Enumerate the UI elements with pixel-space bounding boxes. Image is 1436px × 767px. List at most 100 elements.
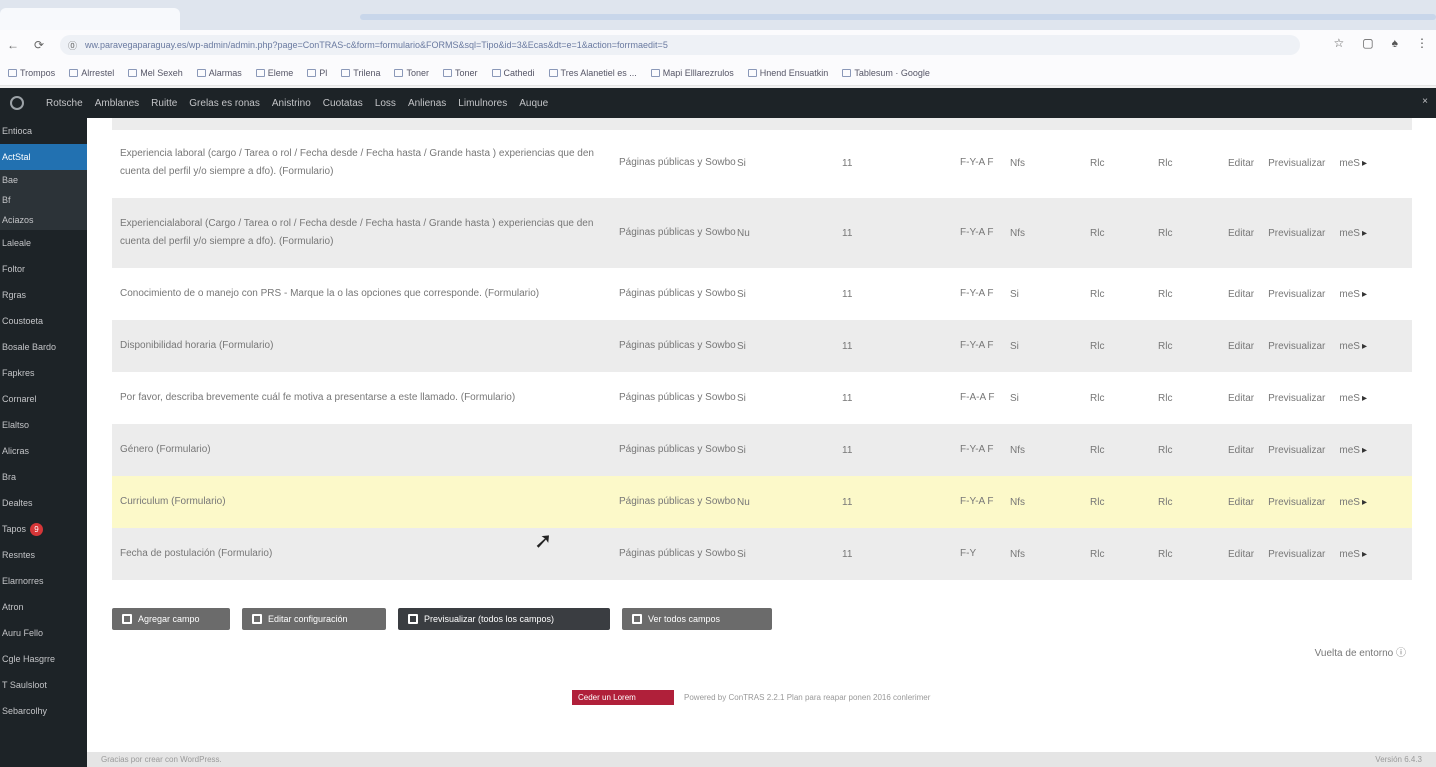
bookmark-item[interactable]: Toner — [442, 68, 478, 78]
adminbar-item[interactable]: Cuotatas — [323, 98, 363, 109]
sidebar-item[interactable]: Resntes — [0, 542, 87, 568]
sidebar-item[interactable]: Aciazos — [0, 210, 87, 230]
caret-right-icon[interactable]: ▸ — [1362, 549, 1367, 560]
sidebar-item[interactable]: Alicras — [0, 438, 87, 464]
caret-right-icon[interactable]: ▸ — [1362, 445, 1367, 456]
address-bar[interactable]: ⓪ ww.paravegaparaguay.es/wp-admin/admin.… — [60, 35, 1300, 55]
sidebar-item[interactable]: Elaltso — [0, 412, 87, 438]
bookmark-item[interactable]: Tablesum · Google — [842, 68, 930, 78]
preview-link[interactable]: Previsualizar — [1268, 445, 1325, 456]
bookmark-item[interactable]: Trilena — [341, 68, 380, 78]
sidebar-item[interactable]: Auru Fello — [0, 620, 87, 646]
plugin-badge[interactable]: Ceder un Lorem — [572, 690, 674, 705]
preview-link[interactable]: Previsualizar — [1268, 341, 1325, 352]
table-row[interactable]: Por favor, describa brevemente cuál fe m… — [112, 372, 1412, 424]
table-row[interactable]: Conocimiento de o manejo con PRS - Marqu… — [112, 268, 1412, 320]
bookmark-item[interactable]: Mapi Elllarezrulos — [650, 68, 734, 78]
sidebar-item[interactable]: Bra — [0, 464, 87, 490]
preview-link[interactable]: Previsualizar — [1268, 228, 1325, 239]
close-icon[interactable]: × — [1422, 96, 1428, 107]
adminbar-item[interactable]: Rotsche — [46, 98, 83, 109]
caret-right-icon[interactable]: ▸ — [1362, 158, 1367, 169]
edit-link[interactable]: Editar — [1228, 393, 1254, 404]
more-link[interactable]: meS — [1339, 289, 1360, 300]
caret-right-icon[interactable]: ▸ — [1362, 228, 1367, 239]
bookmark-item[interactable]: Eleme — [255, 68, 293, 78]
preview-button[interactable]: Previsualizar (todos los campos) — [398, 608, 610, 630]
bookmark-item[interactable]: Cathedi — [491, 68, 535, 78]
sidebar-item[interactable]: Cornarel — [0, 386, 87, 412]
preview-link[interactable]: Previsualizar — [1268, 497, 1325, 508]
extensions-icon[interactable]: ▢ — [1362, 36, 1373, 50]
table-row[interactable]: Género (Formulario) Páginas públicas y So… — [112, 424, 1412, 476]
wordpress-logo-icon[interactable] — [10, 96, 24, 110]
preview-link[interactable]: Previsualizar — [1268, 158, 1325, 169]
edit-link[interactable]: Editar — [1228, 289, 1254, 300]
edit-link[interactable]: Editar — [1228, 549, 1254, 560]
more-link[interactable]: meS — [1339, 228, 1360, 239]
bookmark-item[interactable]: Trompos — [8, 68, 55, 78]
table-row[interactable]: Experiencia laboral (cargo / Tarea o rol… — [112, 128, 1412, 198]
more-link[interactable]: meS — [1339, 393, 1360, 404]
adminbar-item[interactable]: Grelas es ronas — [189, 98, 260, 109]
more-link[interactable]: meS — [1339, 549, 1360, 560]
sidebar-item[interactable]: Elarnorres — [0, 568, 87, 594]
adminbar-item[interactable]: Auque — [519, 98, 548, 109]
bookmark-item[interactable]: Alrrestel — [69, 68, 114, 78]
sidebar-item[interactable]: Fapkres — [0, 360, 87, 386]
adminbar-item[interactable]: Ruitte — [151, 98, 177, 109]
edit-link[interactable]: Editar — [1228, 158, 1254, 169]
adminbar-item[interactable]: Limulnores — [458, 98, 507, 109]
caret-right-icon[interactable]: ▸ — [1362, 289, 1367, 300]
sidebar-item[interactable]: Sebarcolhy — [0, 698, 87, 724]
edit-config-button[interactable]: Editar configuración — [242, 608, 386, 630]
sidebar-item[interactable]: Dealtes — [0, 490, 87, 516]
back-arrow-icon[interactable]: ← — [0, 38, 26, 52]
sidebar-item[interactable]: Foltor — [0, 256, 87, 282]
preview-link[interactable]: Previsualizar — [1268, 393, 1325, 404]
table-row[interactable]: Disponibilidad horaria (Formulario) Págin… — [112, 320, 1412, 372]
sidebar-item[interactable]: Tapos 9 — [0, 516, 87, 542]
adminbar-item[interactable]: Anlienas — [408, 98, 446, 109]
bookmark-item[interactable]: Hnend Ensuatkin — [747, 68, 828, 78]
active-tab[interactable] — [0, 8, 180, 30]
table-row[interactable]: Fecha de postulación (Formulario) Páginas… — [112, 528, 1412, 580]
caret-right-icon[interactable]: ▸ — [1362, 497, 1367, 508]
bookmark-item[interactable]: Alarmas — [196, 68, 242, 78]
sidebar-item[interactable]: Rgras — [0, 282, 87, 308]
reload-icon[interactable]: ⟳ — [26, 38, 52, 52]
edit-link[interactable]: Editar — [1228, 445, 1254, 456]
caret-right-icon[interactable]: ▸ — [1362, 341, 1367, 352]
view-fields-button[interactable]: Ver todos campos — [622, 608, 772, 630]
bookmark-item[interactable]: Toner — [394, 68, 429, 78]
table-row[interactable]: Experiencialaboral (Cargo / Tarea o rol … — [112, 198, 1412, 268]
edit-link[interactable]: Editar — [1228, 497, 1254, 508]
adminbar-item[interactable]: Amblanes — [95, 98, 139, 109]
profile-icon[interactable]: ♠ — [1392, 36, 1398, 50]
table-row[interactable]: Curriculum (Formulario) Páginas públicas … — [112, 476, 1412, 528]
preview-link[interactable]: Previsualizar — [1268, 549, 1325, 560]
preview-link[interactable]: Previsualizar — [1268, 289, 1325, 300]
adminbar-item[interactable]: Loss — [375, 98, 396, 109]
site-info-icon[interactable]: ⓪ — [68, 39, 77, 52]
sidebar-item[interactable]: Cgle Hasgrre — [0, 646, 87, 672]
sidebar-item[interactable]: Atron — [0, 594, 87, 620]
more-link[interactable]: meS — [1339, 158, 1360, 169]
sidebar-item[interactable]: Bf — [0, 190, 87, 210]
sidebar-item[interactable]: Coustoeta — [0, 308, 87, 334]
sidebar-item[interactable]: Laleale — [0, 230, 87, 256]
edit-link[interactable]: Editar — [1228, 341, 1254, 352]
bookmark-item[interactable]: Pl — [307, 68, 327, 78]
menu-icon[interactable]: ⋮ — [1416, 36, 1428, 50]
sidebar-item[interactable]: Bae — [0, 170, 87, 190]
bookmark-item[interactable]: Mel Sexeh — [128, 68, 183, 78]
sidebar-item[interactable]: Bosale Bardo — [0, 334, 87, 360]
sidebar-item[interactable]: ActStal — [0, 144, 87, 170]
more-link[interactable]: meS — [1339, 445, 1360, 456]
more-link[interactable]: meS — [1339, 341, 1360, 352]
back-link[interactable]: Vuelta de entorno ⓘ — [1315, 644, 1406, 659]
add-field-button[interactable]: Agregar campo — [112, 608, 230, 630]
bookmark-item[interactable]: Tres Alanetiel es ... — [548, 68, 637, 78]
caret-right-icon[interactable]: ▸ — [1362, 393, 1367, 404]
sidebar-item[interactable]: T Saulsloot — [0, 672, 87, 698]
